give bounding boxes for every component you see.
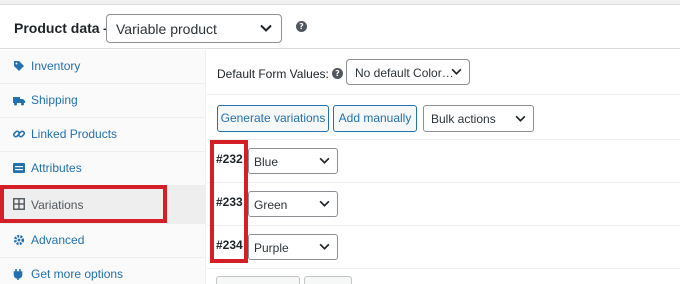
tab-shipping[interactable]: Shipping <box>0 84 206 118</box>
variation-color-value: Purple <box>254 241 289 255</box>
default-color-value: No default Color… <box>355 66 454 80</box>
tab-advanced[interactable]: Advanced <box>0 224 206 258</box>
link-icon <box>13 130 25 138</box>
help-icon[interactable]: ? <box>332 68 343 79</box>
add-manually-button[interactable]: Add manually <box>333 105 417 132</box>
tab-label: Shipping <box>31 93 78 107</box>
variation-color-value: Blue <box>254 155 279 169</box>
save-changes-button[interactable] <box>216 276 300 284</box>
tab-attributes[interactable]: Attributes <box>0 152 206 186</box>
default-color-select[interactable]: No default Color… <box>346 59 470 85</box>
variation-row[interactable]: #234 Purple <box>207 226 680 269</box>
chevron-down-icon <box>451 68 462 75</box>
product-data-header: Product data — Variable product ? <box>0 5 680 49</box>
plugin-icon <box>13 269 23 280</box>
variation-row[interactable]: #232 Blue <box>207 140 680 183</box>
cancel-button[interactable] <box>304 276 352 284</box>
tab-linked-products[interactable]: Linked Products <box>0 118 206 152</box>
product-type-select[interactable]: Variable product <box>106 14 282 43</box>
variation-color-select[interactable]: Purple <box>248 234 338 260</box>
tab-label: Attributes <box>31 161 82 175</box>
tab-inventory[interactable]: Inventory <box>0 50 206 84</box>
tab-label: Inventory <box>31 59 81 73</box>
bulk-actions-value: Bulk actions <box>431 112 496 126</box>
variation-color-select[interactable]: Green <box>248 191 338 217</box>
chevron-down-icon <box>260 24 272 32</box>
truck-icon <box>13 97 25 106</box>
variation-color-value: Green <box>254 198 288 212</box>
tab-get-more-options[interactable]: Get more options <box>0 258 206 284</box>
tab-label: Get more options <box>31 267 124 281</box>
generate-variations-button[interactable]: Generate variations <box>217 105 329 132</box>
chevron-down-icon <box>515 115 526 122</box>
variation-ids-highlight-box <box>210 140 248 263</box>
tab-label: Linked Products <box>31 127 118 141</box>
default-form-values-label: Default Form Values: <box>217 67 329 81</box>
product-data-tabs: Inventory Shipping Linked Products Attri… <box>0 50 206 284</box>
bulk-actions-select[interactable]: Bulk actions <box>423 105 534 132</box>
chevron-down-icon <box>319 157 330 164</box>
variation-color-select[interactable]: Blue <box>248 148 338 174</box>
variations-highlight-box <box>0 185 167 223</box>
product-data-title: Product data — <box>14 20 118 36</box>
tab-label: Advanced <box>31 233 85 247</box>
variation-row[interactable]: #233 Green <box>207 183 680 226</box>
product-type-value: Variable product <box>116 21 217 37</box>
chevron-down-icon <box>319 200 330 207</box>
variations-panel: Default Form Values: ? No default Color…… <box>207 50 680 284</box>
chevron-down-icon <box>319 243 330 250</box>
tag-icon <box>14 61 24 71</box>
gear-icon <box>13 234 25 246</box>
divider <box>207 94 680 95</box>
list-icon <box>13 163 25 173</box>
help-icon[interactable]: ? <box>296 21 307 32</box>
